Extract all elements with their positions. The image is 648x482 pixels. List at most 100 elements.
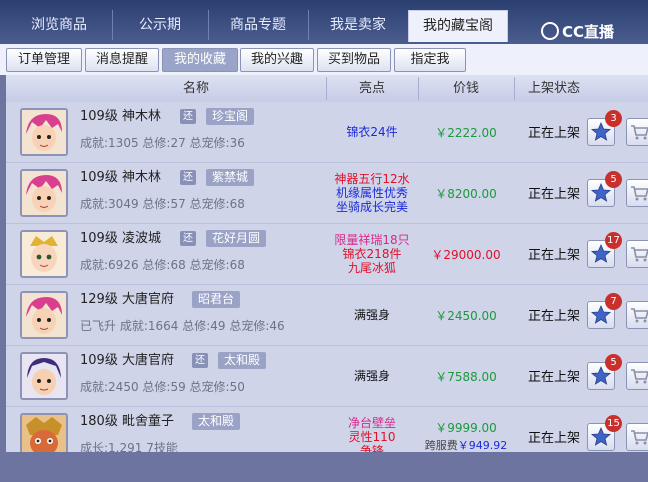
level-label: 109级 — [80, 231, 118, 246]
character-avatar[interactable] — [20, 352, 68, 400]
table-row[interactable]: 180级 毗舍童子 太和殿 成长:1.291 7技能 净台壁垒 灵性110 争锋 ￥9999… — [6, 407, 648, 452]
top-nav-bar: 浏览商品 公示期 商品专题 我是卖家 我的藏宝阁 CC直播 — [0, 0, 648, 44]
price-value: ￥7588.00 — [435, 370, 497, 384]
cart-button[interactable] — [626, 301, 648, 329]
highlight-item: 争锋 — [359, 444, 384, 452]
return-badge: 还 — [192, 353, 208, 368]
brand-text: CC直播 — [562, 23, 615, 41]
character-avatar[interactable] — [20, 230, 68, 278]
cross-server-fee: 跨服费￥949.92 — [418, 437, 514, 452]
header-highlight: 亮点 — [358, 81, 385, 96]
subnav-messages[interactable]: 消息提醒 — [85, 48, 159, 72]
header-price: 价钱 — [452, 81, 479, 96]
table-row[interactable]: 129级 大唐官府 昭君台 已飞升 成就:1664 总修:49 总宠修:46 满强身 ￥… — [6, 285, 648, 347]
listing-table: 109级 神木林还珍宝阁 成就:1305 总修:27 总宠修:36 锦衣24件 ￥22… — [6, 102, 648, 452]
price-value: ￥9999.00 — [435, 421, 497, 435]
cart-icon — [627, 424, 648, 452]
cart-button[interactable] — [626, 423, 648, 451]
favorite-count-badge: 3 — [605, 110, 622, 127]
subnav-orders[interactable]: 订单管理 — [6, 48, 82, 72]
subnav-assigned[interactable]: 指定我 — [394, 48, 466, 72]
table-row[interactable]: 109级 凌波城 还花好月圆成就:6926 总修:68 总宠修:68 限量祥瑞18只… — [6, 224, 648, 286]
highlight-item: 坐骑成长完美 — [335, 200, 408, 214]
cart-icon — [627, 363, 648, 393]
table-row[interactable]: 109级 大唐官府 还太和殿成就:2450 总修:59 总宠修:50 满强身 ￥758… — [6, 346, 648, 408]
highlight-item: 机缘属性优秀 — [335, 186, 408, 200]
character-name: 毗舍童子 — [121, 414, 174, 429]
character-stats: 成就:6926 总修:68 总宠修:68 — [80, 258, 245, 272]
bottom-bar — [0, 452, 648, 482]
return-badge: 还 — [180, 231, 196, 246]
highlights: 净台壁垒 灵性110 争锋 — [326, 416, 418, 452]
table-row[interactable]: 109级 神木林 还紫禁城 成就:3049 总修:57 总宠修:68 神器五行12水机… — [6, 163, 648, 225]
subnav-favorites[interactable]: 我的收藏 — [162, 48, 238, 72]
tab-browse[interactable]: 浏览商品 — [6, 10, 113, 40]
character-avatar[interactable] — [20, 291, 68, 339]
cart-button[interactable] — [626, 118, 648, 146]
character-title: 109级 神木林 — [80, 108, 161, 126]
highlight-item: 满强身 — [353, 369, 390, 383]
subnav-interests[interactable]: 我的兴趣 — [240, 48, 314, 72]
highlight-item: 九尾冰狐 — [347, 261, 396, 275]
fee-label: 跨服费 — [424, 439, 458, 452]
character-avatar[interactable] — [20, 108, 68, 156]
price-value: ￥29000.00 — [431, 248, 501, 262]
cart-icon — [627, 302, 648, 332]
character-title: 109级 大唐官府 — [80, 352, 174, 370]
tab-my-treasure[interactable]: 我的藏宝阁 — [408, 10, 508, 42]
favorite-count-badge: 7 — [605, 293, 622, 310]
table-row[interactable]: 109级 神木林 还珍宝阁 成就:1305 总修:27 总宠修:36 锦衣24件 ￥22… — [6, 102, 648, 164]
server-tag: 花好月圆 — [206, 230, 267, 247]
highlight-item: 净台壁垒 — [347, 416, 396, 430]
highlights: 锦衣24件 — [326, 125, 418, 139]
header-name: 名称 — [182, 81, 209, 96]
character-title: 129级 大唐官府 — [80, 291, 174, 309]
listing-status: 正在上架 — [527, 248, 580, 263]
character-avatar[interactable] — [20, 169, 68, 217]
brand-logo: CC直播 — [541, 22, 614, 42]
highlight-item: 满强身 — [353, 308, 390, 322]
character-name: 大唐官府 — [121, 353, 174, 368]
character-name: 大唐官府 — [121, 292, 174, 307]
subnav-purchased[interactable]: 买到物品 — [317, 48, 391, 72]
cart-button[interactable] — [626, 362, 648, 390]
highlights: 限量祥瑞18只 锦衣218件 九尾冰狐 — [326, 233, 418, 275]
server-tag: 紫禁城 — [206, 169, 255, 186]
character-name: 神木林 — [121, 109, 161, 124]
character-stats: 成长:1.291 7技能 — [80, 441, 178, 452]
highlight-item: 锦衣24件 — [346, 125, 398, 139]
character-name: 凌波城 — [121, 231, 161, 246]
character-title: 180级 毗舍童子 — [80, 413, 174, 431]
cc-logo-icon — [541, 22, 559, 40]
tab-seller[interactable]: 我是卖家 — [308, 10, 409, 40]
cart-button[interactable] — [626, 240, 648, 268]
listing-status: 正在上架 — [527, 126, 580, 141]
cart-icon — [627, 119, 648, 149]
tab-public[interactable]: 公示期 — [112, 10, 209, 40]
level-label: 180级 — [80, 414, 118, 429]
highlight-item: 锦衣218件 — [342, 247, 402, 261]
price-value: ￥2450.00 — [435, 309, 497, 323]
listing-status: 正在上架 — [527, 309, 580, 324]
character-stats: 已飞升 成就:1664 总修:49 总宠修:46 — [80, 319, 285, 333]
table-header: 名称 亮点 价钱 上架状态 — [6, 75, 648, 102]
cart-icon — [627, 241, 648, 271]
favorite-count-badge: 5 — [605, 171, 622, 188]
cart-button[interactable] — [626, 179, 648, 207]
highlights: 满强身 — [326, 369, 418, 383]
price-value: ￥2222.00 — [435, 126, 497, 140]
character-stats: 成就:2450 总修:59 总宠修:50 — [80, 380, 245, 394]
level-label: 129级 — [80, 292, 118, 307]
listing-status: 正在上架 — [527, 431, 580, 446]
highlights: 神器五行12水 机缘属性优秀 坐骑成长完美 — [326, 172, 418, 214]
character-name: 神木林 — [121, 170, 161, 185]
highlight-item: 限量祥瑞18只 — [334, 233, 410, 247]
server-tag: 太和殿 — [218, 352, 267, 369]
level-label: 109级 — [80, 109, 118, 124]
fee-value: ￥949.92 — [457, 439, 508, 452]
highlights: 满强身 — [326, 308, 418, 322]
character-avatar[interactable] — [20, 413, 68, 452]
character-stats: 成就:3049 总修:57 总宠修:68 — [80, 197, 245, 211]
tab-topics[interactable]: 商品专题 — [208, 10, 309, 40]
character-title: 109级 凌波城 — [80, 230, 161, 248]
